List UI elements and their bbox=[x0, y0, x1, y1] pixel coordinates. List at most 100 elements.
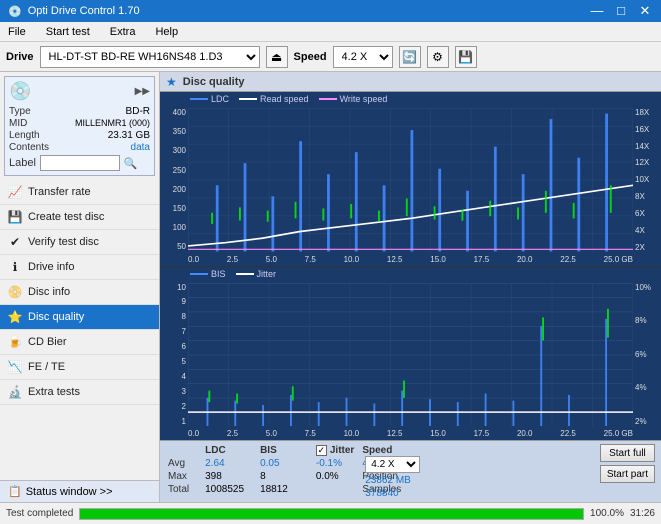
avg-label: Avg bbox=[166, 457, 197, 470]
app-title: Opti Drive Control 1.70 bbox=[28, 5, 140, 17]
legend-ldc: LDC bbox=[190, 94, 229, 104]
position-value: 23862 MB bbox=[365, 475, 420, 486]
toolbar: Drive HL-DT-ST BD-RE WH16NS48 1.D3 ⏏ Spe… bbox=[0, 42, 661, 72]
menu-start-test[interactable]: Start test bbox=[42, 24, 94, 40]
fe-te-label: FE / TE bbox=[28, 361, 65, 373]
menu-file[interactable]: File bbox=[4, 24, 30, 40]
disc-quality-label: Disc quality bbox=[28, 311, 84, 323]
export-button[interactable]: 💾 bbox=[455, 46, 477, 68]
jitter-checkbox[interactable]: ✓ bbox=[316, 445, 327, 456]
sidebar-item-disc-info[interactable]: 📀 Disc info bbox=[0, 280, 159, 305]
legend-read-speed: Read speed bbox=[239, 94, 309, 104]
maximize-button[interactable]: □ bbox=[613, 3, 629, 19]
nav-items: 📈 Transfer rate 💾 Create test disc ✔ Ver… bbox=[0, 180, 159, 480]
disc-quality-title: Disc quality bbox=[183, 76, 245, 88]
jitter-label: Jitter bbox=[330, 445, 354, 456]
verify-test-disc-icon: ✔ bbox=[8, 235, 22, 249]
extra-tests-label: Extra tests bbox=[28, 386, 80, 398]
label-label: Label bbox=[9, 157, 36, 169]
progress-area: Test completed 100.0% 31:26 bbox=[0, 502, 661, 524]
sidebar-item-create-test-disc[interactable]: 💾 Create test disc bbox=[0, 205, 159, 230]
create-test-disc-label: Create test disc bbox=[28, 211, 104, 223]
max-label: Max bbox=[166, 470, 197, 483]
total-label: Total bbox=[166, 483, 197, 496]
samples-value: 378840 bbox=[365, 488, 420, 499]
label-input[interactable] bbox=[40, 155, 120, 171]
sidebar-item-drive-info[interactable]: ℹ Drive info bbox=[0, 255, 159, 280]
title-bar: 💿 Opti Drive Control 1.70 — □ ✕ bbox=[0, 0, 661, 22]
contents-value: data bbox=[131, 142, 150, 153]
start-buttons: Start full Start part bbox=[600, 444, 655, 483]
app-icon: 💿 bbox=[8, 5, 22, 18]
lower-x-axis: 0.0 2.5 5.0 7.5 10.0 12.5 15.0 17.5 20.0… bbox=[188, 429, 633, 438]
sidebar-item-disc-quality[interactable]: ⭐ Disc quality bbox=[0, 305, 159, 330]
avg-bis: 0.05 bbox=[252, 457, 296, 470]
content-area: ★ Disc quality LDC Read speed bbox=[160, 72, 661, 502]
disc-info-icon: 📀 bbox=[8, 285, 22, 299]
lower-chart: BIS Jitter 10 9 8 7 6 5 4 3 bbox=[160, 267, 661, 441]
status-window-label: Status window >> bbox=[26, 486, 113, 498]
avg-jitter: -0.1% bbox=[312, 457, 358, 470]
length-label: Length bbox=[9, 130, 40, 141]
sidebar-item-extra-tests[interactable]: 🔬 Extra tests bbox=[0, 380, 159, 405]
drive-info-label: Drive info bbox=[28, 261, 74, 273]
label-icon[interactable]: 🔍 bbox=[124, 157, 138, 170]
settings-button[interactable]: ⚙ bbox=[427, 46, 449, 68]
start-part-button[interactable]: Start part bbox=[600, 465, 655, 483]
disc-panel: 💿 ▶▶ Type BD-R MID MILLENMR1 (000) Lengt… bbox=[4, 76, 155, 176]
charts-area: LDC Read speed Write speed 400 350 30 bbox=[160, 92, 661, 440]
speed-select-stats[interactable]: 4.2 X bbox=[365, 456, 420, 473]
progress-text: 100.0% bbox=[590, 508, 624, 519]
lower-legend: BIS Jitter bbox=[190, 269, 276, 279]
eject-button[interactable]: ⏏ bbox=[266, 46, 288, 68]
cd-bier-icon: 🍺 bbox=[8, 335, 22, 349]
fe-te-icon: 📉 bbox=[8, 360, 22, 374]
progress-bar-inner bbox=[80, 509, 583, 519]
upper-chart: LDC Read speed Write speed 400 350 30 bbox=[160, 92, 661, 267]
close-button[interactable]: ✕ bbox=[637, 3, 653, 19]
disc-quality-header-icon: ★ bbox=[166, 75, 177, 89]
drive-info-icon: ℹ bbox=[8, 260, 22, 274]
disc-info-label: Disc info bbox=[28, 286, 70, 298]
upper-y-right: 18X 16X 14X 12X 10X 8X 6X 4X 2X bbox=[633, 108, 661, 252]
drive-label: Drive bbox=[6, 51, 34, 63]
status-window-icon: 📋 bbox=[8, 485, 22, 498]
extra-tests-icon: 🔬 bbox=[8, 385, 22, 399]
avg-ldc: 2.64 bbox=[197, 457, 252, 470]
progress-bar-outer bbox=[79, 508, 584, 520]
sidebar-item-cd-bier[interactable]: 🍺 CD Bier bbox=[0, 330, 159, 355]
lower-chart-svg bbox=[188, 283, 633, 427]
sidebar-item-transfer-rate[interactable]: 📈 Transfer rate bbox=[0, 180, 159, 205]
sidebar-item-fe-te[interactable]: 📉 FE / TE bbox=[0, 355, 159, 380]
jitter-checkbox-row: ✓ Jitter bbox=[316, 445, 354, 456]
main-layout: 💿 ▶▶ Type BD-R MID MILLENMR1 (000) Lengt… bbox=[0, 72, 661, 502]
minimize-button[interactable]: — bbox=[589, 3, 605, 19]
drive-select[interactable]: HL-DT-ST BD-RE WH16NS48 1.D3 bbox=[40, 46, 260, 68]
type-value: BD-R bbox=[126, 106, 150, 117]
upper-y-left: 400 350 300 250 200 150 100 50 bbox=[160, 108, 188, 252]
upper-x-axis: 0.0 2.5 5.0 7.5 10.0 12.5 15.0 17.5 20.0… bbox=[188, 255, 633, 264]
legend-write-speed: Write speed bbox=[319, 94, 388, 104]
total-bis: 18812 bbox=[252, 483, 296, 496]
status-text: Test completed bbox=[6, 508, 73, 519]
lower-y-right: 10% 8% 6% 4% 2% bbox=[633, 283, 661, 427]
lower-y-left: 10 9 8 7 6 5 4 3 2 1 bbox=[160, 283, 188, 427]
start-full-button[interactable]: Start full bbox=[600, 444, 655, 462]
mid-value: MILLENMR1 (000) bbox=[75, 118, 150, 129]
disc-icon: 💿 bbox=[9, 81, 31, 102]
menu-extra[interactable]: Extra bbox=[106, 24, 140, 40]
speed-label: Speed bbox=[294, 51, 327, 63]
speed-select[interactable]: 4.2 X bbox=[333, 46, 393, 68]
length-value: 23.31 GB bbox=[108, 130, 150, 141]
sidebar-item-verify-test-disc[interactable]: ✔ Verify test disc bbox=[0, 230, 159, 255]
speed-position-section: 4.2 X 23862 MB 378840 bbox=[365, 456, 420, 499]
disc-quality-header: ★ Disc quality bbox=[160, 72, 661, 92]
disc-quality-icon: ⭐ bbox=[8, 310, 22, 324]
total-ldc: 1008525 bbox=[197, 483, 252, 496]
status-window-button[interactable]: 📋 Status window >> bbox=[0, 480, 159, 502]
menu-bar: File Start test Extra Help bbox=[0, 22, 661, 42]
menu-help[interactable]: Help bbox=[151, 24, 182, 40]
transfer-rate-icon: 📈 bbox=[8, 185, 22, 199]
refresh-button[interactable]: 🔄 bbox=[399, 46, 421, 68]
disc-panel-arrow[interactable]: ▶▶ bbox=[135, 86, 150, 97]
